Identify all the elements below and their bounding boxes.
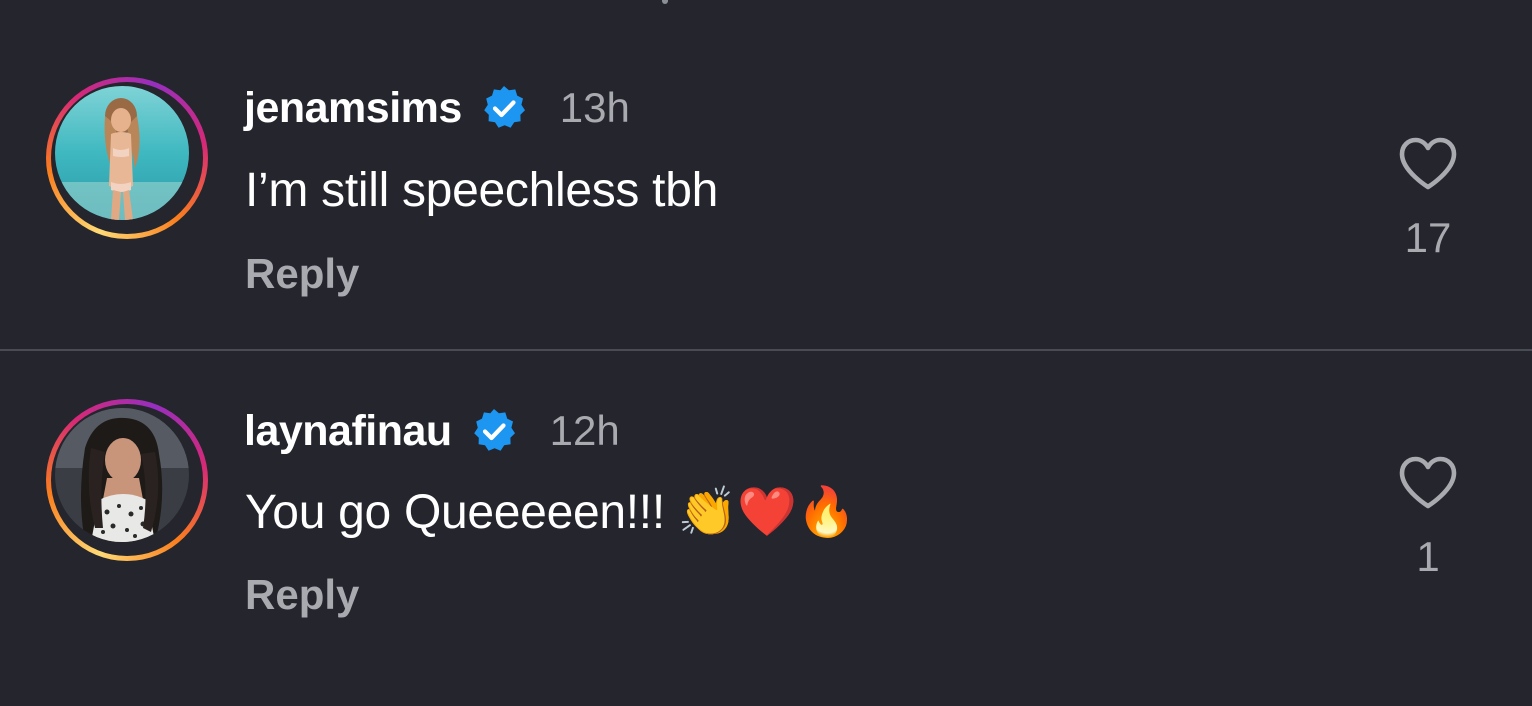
- comment-text: You go Queeeeen!!! 👏❤️🔥: [245, 486, 857, 539]
- heart-outline-icon[interactable]: [1397, 136, 1459, 192]
- like-count: 1: [1416, 533, 1440, 580]
- like-count: 17: [1404, 214, 1452, 261]
- like-column: 17: [1386, 136, 1470, 262]
- verified-badge-icon: [470, 407, 518, 455]
- verified-badge-icon: [480, 84, 528, 132]
- comment-text: I’m still speechless tbh: [245, 164, 718, 217]
- avatar[interactable]: [46, 77, 208, 239]
- avatar-image: [55, 86, 189, 220]
- like-column: 1: [1386, 455, 1470, 581]
- heart-outline-icon[interactable]: [1397, 455, 1459, 511]
- comment-item: jenamsims 13h I’m still speechless tbh R…: [0, 0, 1532, 350]
- avatar-image: [55, 408, 189, 542]
- avatar[interactable]: [46, 399, 208, 561]
- timestamp: 13h: [559, 84, 630, 131]
- timestamp: 12h: [549, 407, 620, 454]
- comment-item: laynafinau 12h You go Queeeeen!!! 👏❤️🔥 R…: [0, 351, 1532, 706]
- comment-header: laynafinau 12h: [244, 403, 620, 459]
- reply-button[interactable]: Reply: [245, 250, 359, 298]
- username[interactable]: laynafinau: [244, 407, 452, 456]
- comment-header: jenamsims 13h: [244, 80, 630, 136]
- username[interactable]: jenamsims: [244, 84, 462, 133]
- reply-button[interactable]: Reply: [245, 571, 359, 619]
